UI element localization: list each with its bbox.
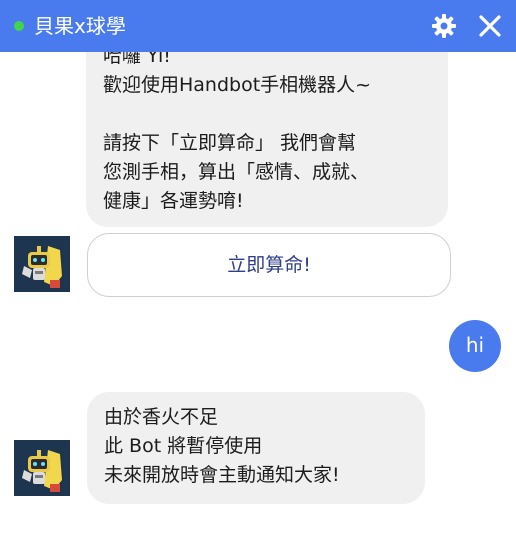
bot-avatar bbox=[14, 440, 70, 496]
bot-notice-line: 未來開放時會主動通知大家! bbox=[104, 464, 340, 486]
chat-header: 貝果x球學 bbox=[0, 0, 516, 52]
bot-notice-line: 此 Bot 將暫停使用 bbox=[104, 435, 263, 457]
bot-intro-bubble: 哈囉 Yi! 歡迎使用Handbot手相機器人~ 請按下「立即算命」 我們會幫 … bbox=[86, 52, 448, 227]
quick-reply-button[interactable]: 立即算命! bbox=[87, 233, 451, 297]
bot-notice-bubble: 由於香火不足 此 Bot 將暫停使用 未來開放時會主動通知大家! bbox=[87, 392, 425, 504]
bot-intro-line: 健康」各運勢唷! bbox=[103, 190, 244, 212]
bot-intro-line: 哈囉 Yi! bbox=[103, 52, 171, 67]
chat-log[interactable]: 哈囉 Yi! 歡迎使用Handbot手相機器人~ 請按下「立即算命」 我們會幫 … bbox=[0, 52, 516, 548]
bot-notice-line: 由於香火不足 bbox=[104, 406, 219, 428]
gear-icon[interactable] bbox=[430, 12, 458, 40]
online-status-dot bbox=[14, 21, 24, 31]
bot-avatar bbox=[14, 236, 70, 292]
user-message-bubble: hi bbox=[449, 320, 501, 372]
robot-hand-avatar-icon bbox=[14, 236, 70, 292]
chat-title: 貝果x球學 bbox=[34, 14, 126, 38]
bot-intro-line bbox=[103, 100, 432, 129]
bot-intro-line: 請按下「立即算命」 我們會幫 bbox=[103, 132, 357, 154]
close-icon[interactable] bbox=[476, 12, 504, 40]
bot-intro-line: 您測手相，算出「感情、成就、 bbox=[103, 161, 370, 183]
robot-hand-avatar-icon bbox=[14, 440, 70, 496]
bot-intro-line: 歡迎使用Handbot手相機器人~ bbox=[103, 74, 372, 96]
